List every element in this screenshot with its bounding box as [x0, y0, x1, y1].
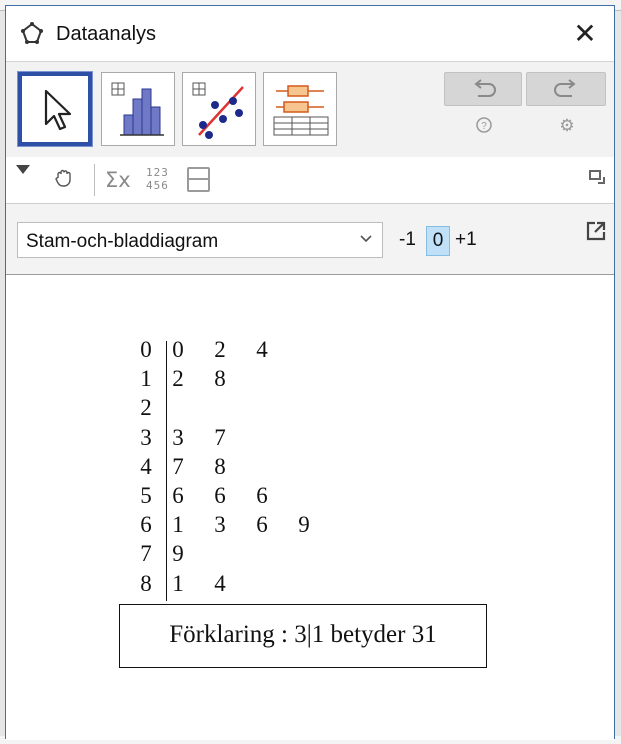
leaf-value: 6: [172, 483, 184, 508]
plot-type-select[interactable]: Stam-och-bladdiagram: [17, 222, 383, 258]
leaf-value: 0: [172, 337, 184, 362]
window-title: Dataanalys: [56, 23, 157, 45]
stem-value: 6: [140, 512, 152, 538]
leaf-value: 6: [214, 483, 226, 508]
plot-area: 0024128233747856666136979814: [6, 275, 614, 740]
stem-leaf-legend: Förklaring : 3|1 betyder 31: [119, 604, 487, 668]
data-analysis-icon: [21, 22, 43, 44]
two-panel-layout-icon[interactable]: [187, 167, 210, 192]
stem-value: 4: [140, 453, 152, 479]
hand-pan-icon[interactable]: [52, 166, 76, 190]
settings-gear-icon[interactable]: ⚙: [555, 116, 579, 136]
leaf-value: 4: [256, 337, 268, 362]
stem-value: 1: [140, 366, 152, 392]
export-icon[interactable]: [584, 219, 608, 243]
leaf-value: 8: [214, 366, 226, 392]
leaf-value: 3: [172, 424, 184, 450]
histogram-icon: [111, 82, 164, 136]
leaf-value: 3: [214, 512, 226, 538]
minimize-panel-icon[interactable]: [589, 170, 605, 184]
show-data-numbers-icon[interactable]: 123 456: [146, 166, 169, 192]
stem-leaf-divider: [166, 341, 167, 601]
help-icon[interactable]: ?: [472, 116, 496, 139]
stem-value: 7: [140, 541, 152, 567]
scatter-regression-icon: [192, 82, 244, 139]
redo-button[interactable]: [526, 72, 606, 106]
statistics-sigma-icon[interactable]: Σx: [105, 168, 131, 192]
stem-value: 5: [140, 483, 152, 508]
multi-variable-analysis-button[interactable]: [263, 72, 337, 146]
arrow-cursor-icon: [44, 89, 72, 131]
undo-button[interactable]: [444, 72, 522, 106]
stem-value: 3: [140, 424, 152, 450]
leaf-value: 2: [172, 366, 184, 392]
adjust-minus-button[interactable]: -1: [399, 229, 416, 251]
leaf-value: 6: [256, 512, 268, 538]
one-variable-analysis-button[interactable]: [101, 72, 175, 146]
leaf-value: 1: [172, 512, 184, 538]
two-variable-regression-button[interactable]: [182, 72, 256, 146]
close-button[interactable]: ✕: [566, 16, 604, 52]
collapse-triangle-icon[interactable]: [16, 165, 30, 174]
redo-icon: [554, 79, 576, 97]
leaf-value: 2: [214, 337, 226, 362]
numbers-bottom: 456: [146, 179, 169, 192]
leaf-value: 7: [214, 424, 226, 450]
leaf-value: 4: [214, 570, 226, 596]
help-glyph: ?: [481, 121, 487, 132]
toolbar: ? ⚙: [6, 61, 614, 158]
leaf-value: 9: [298, 512, 310, 538]
leaf-value: 1: [172, 570, 184, 596]
adjust-zero-button[interactable]: 0: [426, 226, 450, 256]
adjust-plus-button[interactable]: +1: [455, 229, 477, 251]
plot-type-value: Stam-och-bladdiagram: [26, 231, 219, 252]
numbers-top: 123: [146, 166, 169, 179]
leaf-value: 9: [172, 541, 184, 567]
move-tool-button[interactable]: [18, 72, 92, 146]
leaf-value: 7: [172, 453, 184, 479]
undo-icon: [474, 79, 496, 97]
stem-value: 0: [140, 337, 152, 362]
stem-value: 2: [140, 395, 152, 421]
help-circle-icon: ?: [476, 117, 492, 133]
leaf-value: 8: [214, 453, 226, 479]
leaf-value: 6: [256, 483, 268, 508]
plot-controls-bar: Stam-och-bladdiagram -1 0 +1: [6, 204, 614, 275]
close-icon: ✕: [573, 18, 597, 49]
title-bar[interactable]: Dataanalys ✕: [6, 6, 614, 61]
sub-toolbar: Σx 123 456: [6, 157, 614, 204]
toolbar-separator: [94, 164, 95, 196]
stem-value: 8: [140, 570, 152, 596]
chevron-down-icon: [358, 230, 374, 251]
boxplot-table-icon: [273, 85, 329, 136]
